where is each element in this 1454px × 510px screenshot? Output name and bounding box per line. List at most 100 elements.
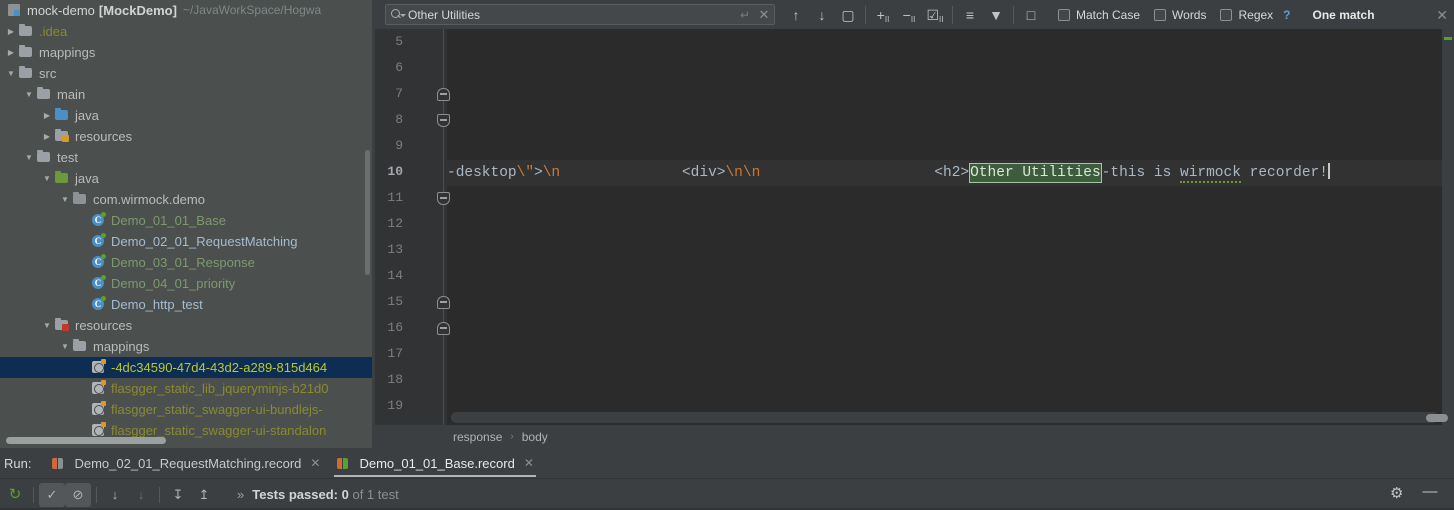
run-tab-active[interactable]: Demo_01_01_Base.record ✕ [328, 448, 541, 479]
search-option-label: Words [1172, 7, 1207, 22]
error-stripe-marker-strip[interactable] [1442, 29, 1454, 425]
java-class-icon: C [90, 231, 107, 252]
tree-node-label: resources [75, 318, 133, 333]
gear-icon[interactable]: ⚙ [1390, 486, 1406, 502]
tree-node-demo-02-01-requestmatching[interactable]: C Demo_02_01_RequestMatching [0, 231, 372, 252]
tree-node-flasgger-static-lib-jqueryminjs-b21d0[interactable]: flasgger_static_lib_jqueryminjs-b21d0 [0, 378, 372, 399]
close-icon[interactable]: ✕ [524, 456, 534, 470]
find-next-icon[interactable]: ↓ [809, 2, 835, 28]
tree-node-demo-01-01-base[interactable]: C Demo_01_01_Base [0, 210, 372, 231]
match-marker[interactable] [1444, 37, 1452, 40]
expand-all-button[interactable]: ↧ [165, 483, 191, 507]
remove-line-icon[interactable]: −II [896, 2, 922, 28]
editor-area[interactable]: 5 6 7 8 9 10 11 12 13 14 15 16 17 18 19 -desktop\">\n … [375, 29, 1454, 425]
code-gap-2 [760, 165, 934, 181]
checkbox-icon[interactable] [1220, 8, 1233, 21]
breadcrumb-item-response[interactable]: response [453, 430, 502, 444]
code-token-newline-2: \n\n [725, 165, 761, 181]
search-option-regex[interactable]: Regex [1220, 8, 1273, 22]
test-resources-folder-icon [54, 315, 71, 336]
show-passed-toggle[interactable]: ✓ [39, 482, 65, 507]
close-icon[interactable]: ✕ [310, 456, 320, 470]
rerun-button[interactable]: ↻ [2, 483, 28, 507]
editor-horizontal-scrollbar-track[interactable] [451, 412, 1438, 423]
tree-node-mappings[interactable]: ▶ mappings [0, 42, 372, 63]
multiline-return-icon[interactable]: ↵ [736, 8, 754, 22]
show-ignored-toggle[interactable]: ⊘ [65, 482, 91, 507]
editor-horizontal-scrollbar-thumb[interactable] [1426, 414, 1448, 422]
tree-node-label: flasgger_static_lib_jqueryminjs-b21d0 [111, 381, 329, 396]
chevron-right-icon[interactable]: ▶ [4, 42, 18, 63]
tree-node-java[interactable]: ▼ java [0, 168, 372, 189]
run-tab-bar: Run: Demo_02_01_RequestMatching.record ✕ D… [0, 448, 1454, 479]
chevron-down-icon[interactable]: ▼ [40, 315, 54, 336]
chevron-down-icon[interactable]: ▼ [58, 336, 72, 357]
tree-node-main[interactable]: ▼ main [0, 84, 372, 105]
breadcrumb[interactable]: response › body [375, 425, 1454, 448]
run-configuration-icon [51, 457, 67, 470]
match-count-status: One match [1312, 7, 1375, 22]
code-content[interactable]: -desktop\">\n <div>\n\n <h2>Other Utilit… [447, 29, 1454, 425]
project-root-node[interactable]: mock-demo [MockDemo] ~/JavaWorkSpace/Hog… [0, 0, 372, 21]
breadcrumb-item-body[interactable]: body [522, 430, 548, 444]
tree-node-resources[interactable]: ▼ resources [0, 315, 372, 336]
tree-node-mappings[interactable]: ▼ mappings [0, 336, 372, 357]
code-token-gt: > [534, 165, 543, 181]
collapse-all-button[interactable]: ↥ [191, 483, 217, 507]
folder-icon [18, 21, 35, 42]
select-lines-icon[interactable]: ☑II [922, 2, 948, 28]
help-icon[interactable]: ? [1283, 8, 1290, 22]
chevron-down-icon[interactable]: ▼ [22, 84, 36, 105]
run-tab-0[interactable]: Demo_02_01_RequestMatching.record ✕ [43, 448, 328, 479]
tree-node-demo-http-test[interactable]: C Demo_http_test [0, 294, 372, 315]
chevron-right-icon[interactable]: ▶ [40, 126, 54, 147]
breadcrumb-separator-icon: › [510, 431, 514, 442]
select-all-occurrences-icon[interactable]: ▢ [835, 2, 861, 28]
tree-node-label: com.wirmock.demo [93, 192, 205, 207]
code-token-typo-wirmock: wirmock [1180, 165, 1241, 183]
chevron-down-icon[interactable]: ▼ [4, 63, 18, 84]
checkbox-icon[interactable] [1154, 8, 1167, 21]
project-tool-window[interactable]: mock-demo [MockDemo] ~/JavaWorkSpace/Hog… [0, 0, 372, 448]
filter-icon[interactable]: ▼ [983, 2, 1009, 28]
folder-icon [36, 147, 53, 168]
line-number-16: 16 [387, 320, 403, 335]
search-option-match-case[interactable]: Match Case [1058, 8, 1140, 22]
find-previous-icon[interactable]: ↑ [783, 2, 809, 28]
sort-by-duration-button[interactable]: ↓ [128, 483, 154, 507]
tree-node-src[interactable]: ▼ src [0, 63, 372, 84]
java-class-icon: C [90, 252, 107, 273]
chevron-down-icon[interactable]: ▼ [22, 147, 36, 168]
checkbox-icon[interactable] [1058, 8, 1070, 21]
tree-node--4dc34590-47d4-43d2-a289-815d464[interactable]: -4dc34590-47d4-43d2-a289-815d464 [0, 357, 372, 378]
tree-node-label: Demo_http_test [111, 297, 203, 312]
add-line-icon[interactable]: +II [870, 2, 896, 28]
tree-node-demo-04-01-priority[interactable]: C Demo_04_01_priority [0, 273, 372, 294]
tree-node-com-wirmock-demo[interactable]: ▼ com.wirmock.demo [0, 189, 372, 210]
line-number-14: 14 [387, 268, 403, 283]
tree-node--idea[interactable]: ▶ .idea [0, 21, 372, 42]
find-nav-group: ↑ ↓ ▢ +II −II ☑II ≡ ▼ □ [783, 2, 1044, 28]
preview-icon[interactable]: □ [1018, 2, 1044, 28]
search-input[interactable]: Other Utilities ↵ ✕ [385, 4, 775, 25]
tree-node-flasgger-static-swagger-ui-bundlejs-[interactable]: flasgger_static_swagger-ui-bundlejs- [0, 399, 372, 420]
chevron-down-icon[interactable]: ▼ [58, 189, 72, 210]
close-find-bar-icon[interactable]: ✕ [1436, 7, 1448, 24]
filter-lines-icon[interactable]: ≡ [957, 2, 983, 28]
chevron-right-icon[interactable]: ▶ [40, 105, 54, 126]
tree-horizontal-scrollbar[interactable] [6, 437, 166, 444]
sort-alphabetically-button[interactable]: ↓ [102, 483, 128, 507]
code-token-div-tag: <div> [681, 165, 726, 181]
tree-vertical-scrollbar[interactable] [365, 150, 370, 275]
tree-node-java[interactable]: ▶ java [0, 105, 372, 126]
minimize-icon[interactable]: — [1422, 484, 1438, 502]
project-tree[interactable]: ▶ .idea ▶ mappings ▼ src ▼ main ▶ java ▶ resources ▼… [0, 21, 372, 441]
tree-node-test[interactable]: ▼ test [0, 147, 372, 168]
editor-gutter[interactable]: 5 6 7 8 9 10 11 12 13 14 15 16 17 18 19 [375, 29, 450, 425]
search-option-words[interactable]: Words [1154, 8, 1206, 22]
tree-node-resources[interactable]: ▶ resources [0, 126, 372, 147]
tree-node-demo-03-01-response[interactable]: C Demo_03_01_Response [0, 252, 372, 273]
chevron-right-icon[interactable]: ▶ [4, 21, 18, 42]
clear-search-icon[interactable]: ✕ [754, 7, 774, 23]
chevron-down-icon[interactable]: ▼ [40, 168, 54, 189]
